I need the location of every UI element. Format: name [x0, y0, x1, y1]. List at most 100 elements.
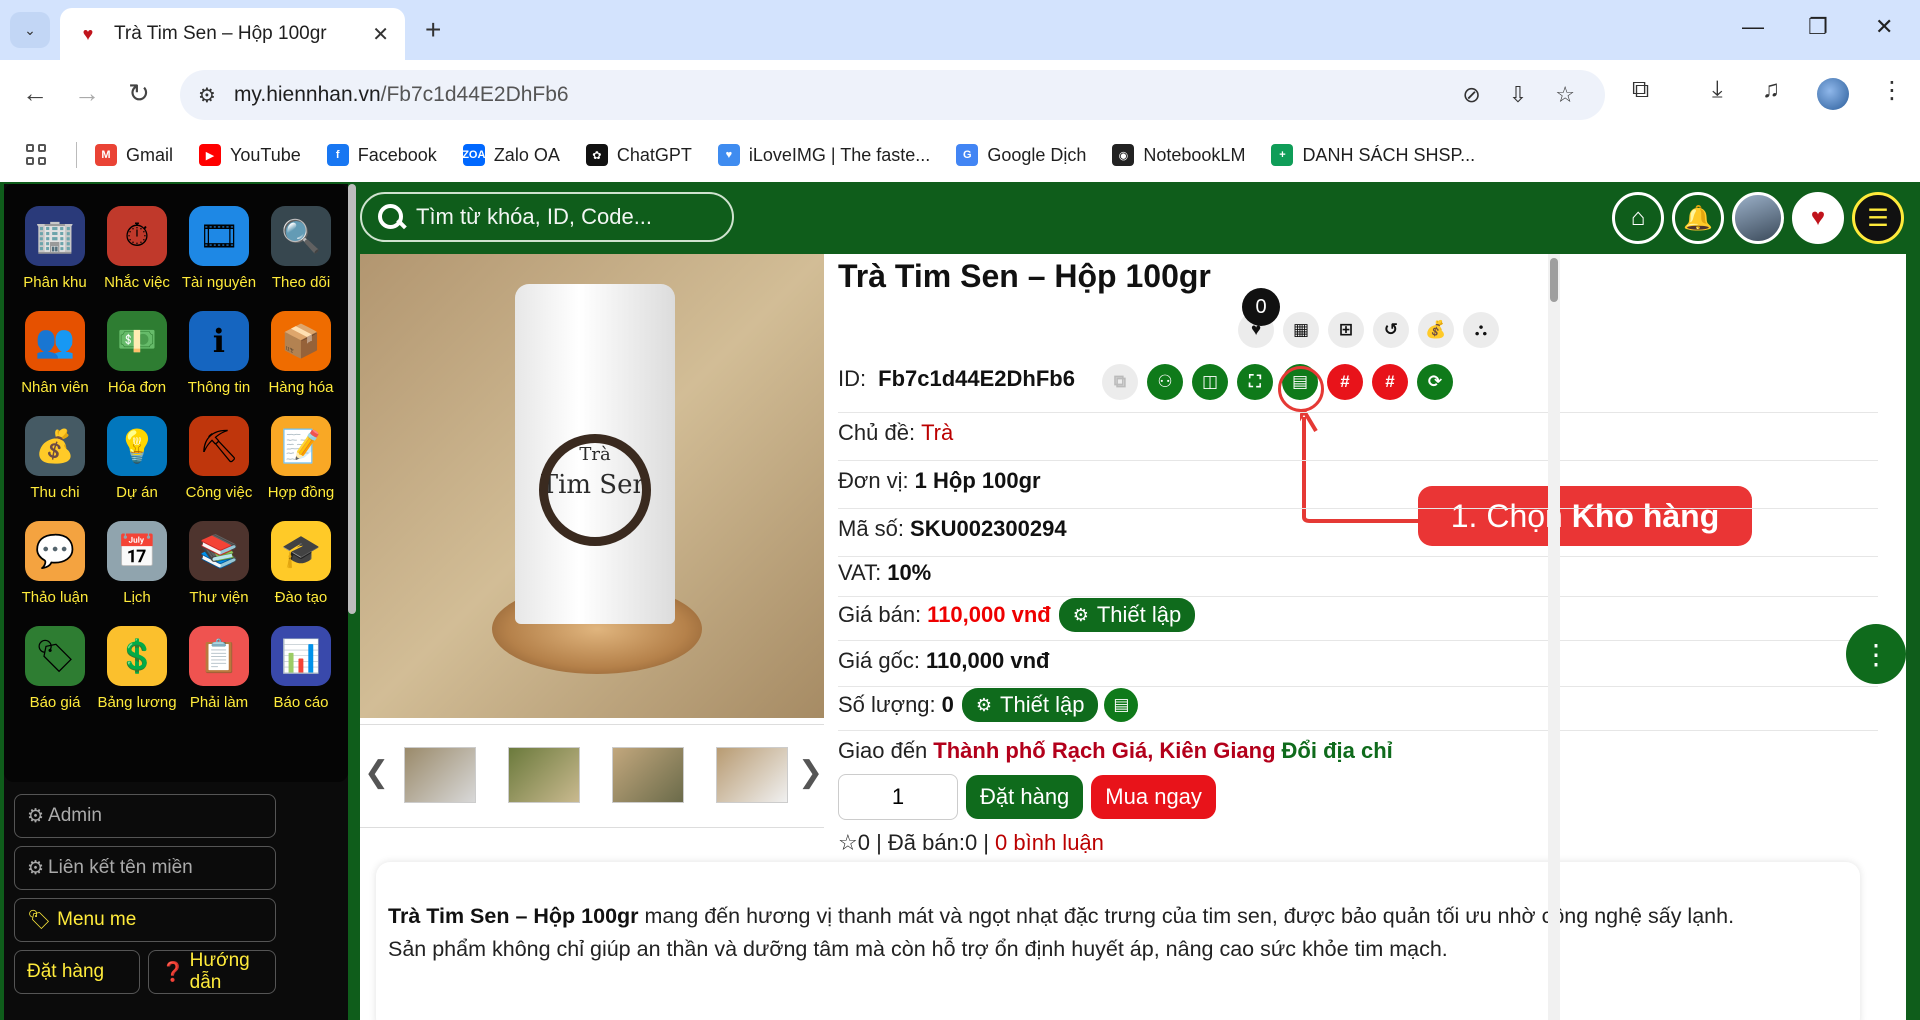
hashtag-icon[interactable]: #: [1327, 364, 1363, 400]
back-icon[interactable]: ←: [22, 78, 48, 109]
brand-logo-icon[interactable]: ♥: [1792, 192, 1844, 244]
sidebar-scrollbar[interactable]: [348, 184, 356, 614]
sidebar-item-12[interactable]: 💬 Thảo luận: [14, 521, 96, 606]
scrollbar-thumb[interactable]: [1550, 258, 1558, 302]
qr-code-icon[interactable]: ▦: [1283, 312, 1319, 348]
bookmark-star-icon[interactable]: ☆: [1555, 82, 1575, 108]
sidebar-item-18[interactable]: 📋 Phải làm: [178, 626, 260, 711]
stock-document-icon[interactable]: ▤: [1104, 688, 1139, 722]
columns-icon[interactable]: ◫: [1192, 364, 1228, 400]
sidebar-item-8[interactable]: 💰 Thu chi: [14, 416, 96, 501]
order-quantity-input[interactable]: [838, 774, 958, 820]
sidebar-item-7[interactable]: 📦 Hàng hóa: [260, 311, 342, 396]
sidebar-item-15[interactable]: 🎓 Đào tạo: [260, 521, 342, 606]
sidebar-item-16[interactable]: 🏷 Báo giá: [14, 626, 96, 711]
menu-me-button[interactable]: 🏷 Menu me: [14, 898, 276, 942]
sidebar-item-0[interactable]: 🏢 Phân khu: [14, 206, 96, 291]
sidebar-item-13[interactable]: 📅 Lịch: [96, 521, 178, 606]
divider: [838, 556, 1878, 557]
bookmark-list: M Gmail ▶ YouTube f Facebook ZOA Zalo OA ✿ ChatGP…: [95, 144, 1501, 166]
chevron-left-icon[interactable]: ❮: [364, 755, 389, 790]
store-icon[interactable]: ⌂: [1612, 192, 1664, 244]
sidebar-item-4[interactable]: 👥 Nhân viên: [14, 311, 96, 396]
apps-grid-icon[interactable]: [26, 144, 48, 166]
downloads-icon[interactable]: ⤓: [1712, 76, 1723, 104]
bookmark-item[interactable]: f Facebook: [326, 144, 437, 166]
sync-icon[interactable]: ⟳: [1417, 364, 1453, 400]
admin-button[interactable]: ⚙ Admin: [14, 794, 276, 838]
close-tab-icon[interactable]: ✕: [372, 22, 389, 47]
order-row: Đặt hàng Mua ngay: [838, 774, 1216, 820]
site-settings-icon[interactable]: ⚙: [198, 83, 216, 108]
thumbnail[interactable]: [404, 747, 476, 803]
media-controls-icon[interactable]: ♫: [1762, 76, 1780, 104]
profile-avatar[interactable]: [1817, 78, 1849, 110]
sidebar-order-button[interactable]: Đặt hàng: [14, 950, 140, 994]
address-bar[interactable]: ⚙ my.hiennhan.vn/Fb7c1d44E2DhFb6 ⊘ ⇩ ☆: [180, 70, 1605, 120]
bookmark-item[interactable]: + DANH SÁCH SHSP...: [1271, 144, 1475, 166]
browser-tab-active[interactable]: ♥ Trà Tim Sen – Hộp 100gr ✕: [60, 8, 405, 60]
reload-icon[interactable]: ↻: [128, 78, 150, 109]
bell-icon[interactable]: 🔔: [1672, 192, 1724, 244]
sitemap-icon[interactable]: ⛬: [1463, 312, 1499, 348]
browser-menu-icon[interactable]: ⋮: [1880, 76, 1904, 105]
hashtag-icon[interactable]: #: [1372, 364, 1408, 400]
bookmark-item[interactable]: ✿ ChatGPT: [585, 144, 692, 166]
sidebar-item-11[interactable]: 📝 Hợp đồng: [260, 416, 342, 501]
guide-button[interactable]: ❓ Hướng dẫn: [148, 950, 276, 994]
bookmark-item[interactable]: ▶ YouTube: [199, 144, 301, 166]
extensions-icon[interactable]: ⧉: [1632, 76, 1649, 104]
close-window-icon[interactable]: ✕: [1875, 14, 1893, 40]
bookmark-item[interactable]: ◉ NotebookLM: [1112, 144, 1245, 166]
content-scrollbar[interactable]: [1548, 254, 1560, 1020]
tracking-protection-icon[interactable]: ⊘: [1462, 82, 1480, 108]
thumbnail[interactable]: [508, 747, 580, 803]
minimize-window-icon[interactable]: —: [1742, 14, 1764, 40]
add-box-icon[interactable]: ⊞: [1328, 312, 1364, 348]
order-button[interactable]: Đặt hàng: [966, 775, 1084, 819]
price-setup-button[interactable]: ⚙ Thiết lập: [1058, 598, 1196, 632]
sidebar-item-19[interactable]: 📊 Báo cáo: [260, 626, 342, 711]
sidebar-item-10[interactable]: ⛏ Công việc: [178, 416, 260, 501]
topic-value[interactable]: Trà: [921, 420, 953, 446]
bookmark-item[interactable]: ZOA Zalo OA: [462, 144, 560, 166]
sidebar-item-1[interactable]: ⏱ Nhắc việc: [96, 206, 178, 291]
sidebar-item-label: Nhắc việc: [104, 274, 170, 291]
search-box[interactable]: [360, 192, 734, 242]
share-network-icon[interactable]: ⚇: [1147, 364, 1183, 400]
sidebar-item-2[interactable]: 🎞 Tài nguyên: [178, 206, 260, 291]
hamburger-menu-icon[interactable]: ☰: [1852, 192, 1904, 244]
copy-icon[interactable]: ⧉: [1102, 364, 1138, 400]
more-options-fab[interactable]: ⋮: [1846, 624, 1906, 684]
thumbnail[interactable]: [716, 747, 788, 803]
sidebar-item-14[interactable]: 📚 Thư viện: [178, 521, 260, 606]
todo-icon: 📋: [189, 626, 249, 686]
stock-setup-button[interactable]: ⚙ Thiết lập: [961, 688, 1099, 722]
money-bag-icon[interactable]: 💰: [1418, 312, 1454, 348]
product-main-image[interactable]: Trà Tim Sen: [360, 254, 824, 718]
sidebar-item-5[interactable]: 💵 Hóa đơn: [96, 311, 178, 396]
expand-icon[interactable]: ⛶: [1237, 364, 1273, 400]
chevron-right-icon[interactable]: ❯: [798, 755, 823, 790]
thumbnail[interactable]: [612, 747, 684, 803]
domain-link-button[interactable]: ⚙ Liên kết tên miền: [14, 846, 276, 890]
history-icon[interactable]: ↺: [1373, 312, 1409, 348]
bookmark-item[interactable]: ♥ iLoveIMG | The faste...: [717, 144, 930, 166]
forward-icon[interactable]: →: [74, 78, 100, 109]
search-input[interactable]: [416, 204, 716, 230]
buy-now-button[interactable]: Mua ngay: [1091, 775, 1216, 819]
sidebar-item-3[interactable]: 🔍 Theo dõi: [260, 206, 342, 291]
tab-search-button[interactable]: ⌄: [10, 12, 50, 48]
new-tab-icon[interactable]: +: [425, 14, 441, 46]
bookmark-item[interactable]: G Google Dịch: [956, 144, 1086, 166]
change-address-link[interactable]: Đổi địa chỉ: [1282, 738, 1393, 764]
sidebar-item-label: Phân khu: [23, 274, 87, 291]
user-avatar[interactable]: [1732, 192, 1784, 244]
sidebar-item-6[interactable]: ℹ Thông tin: [178, 311, 260, 396]
sidebar-item-9[interactable]: 💡 Dự án: [96, 416, 178, 501]
restore-window-icon[interactable]: ❐: [1808, 14, 1828, 40]
bookmark-item[interactable]: M Gmail: [95, 144, 173, 166]
comments-link[interactable]: 0 bình luận: [995, 830, 1104, 856]
install-app-icon[interactable]: ⇩: [1509, 82, 1527, 108]
sidebar-item-17[interactable]: 💲 Bảng lương: [96, 626, 178, 711]
